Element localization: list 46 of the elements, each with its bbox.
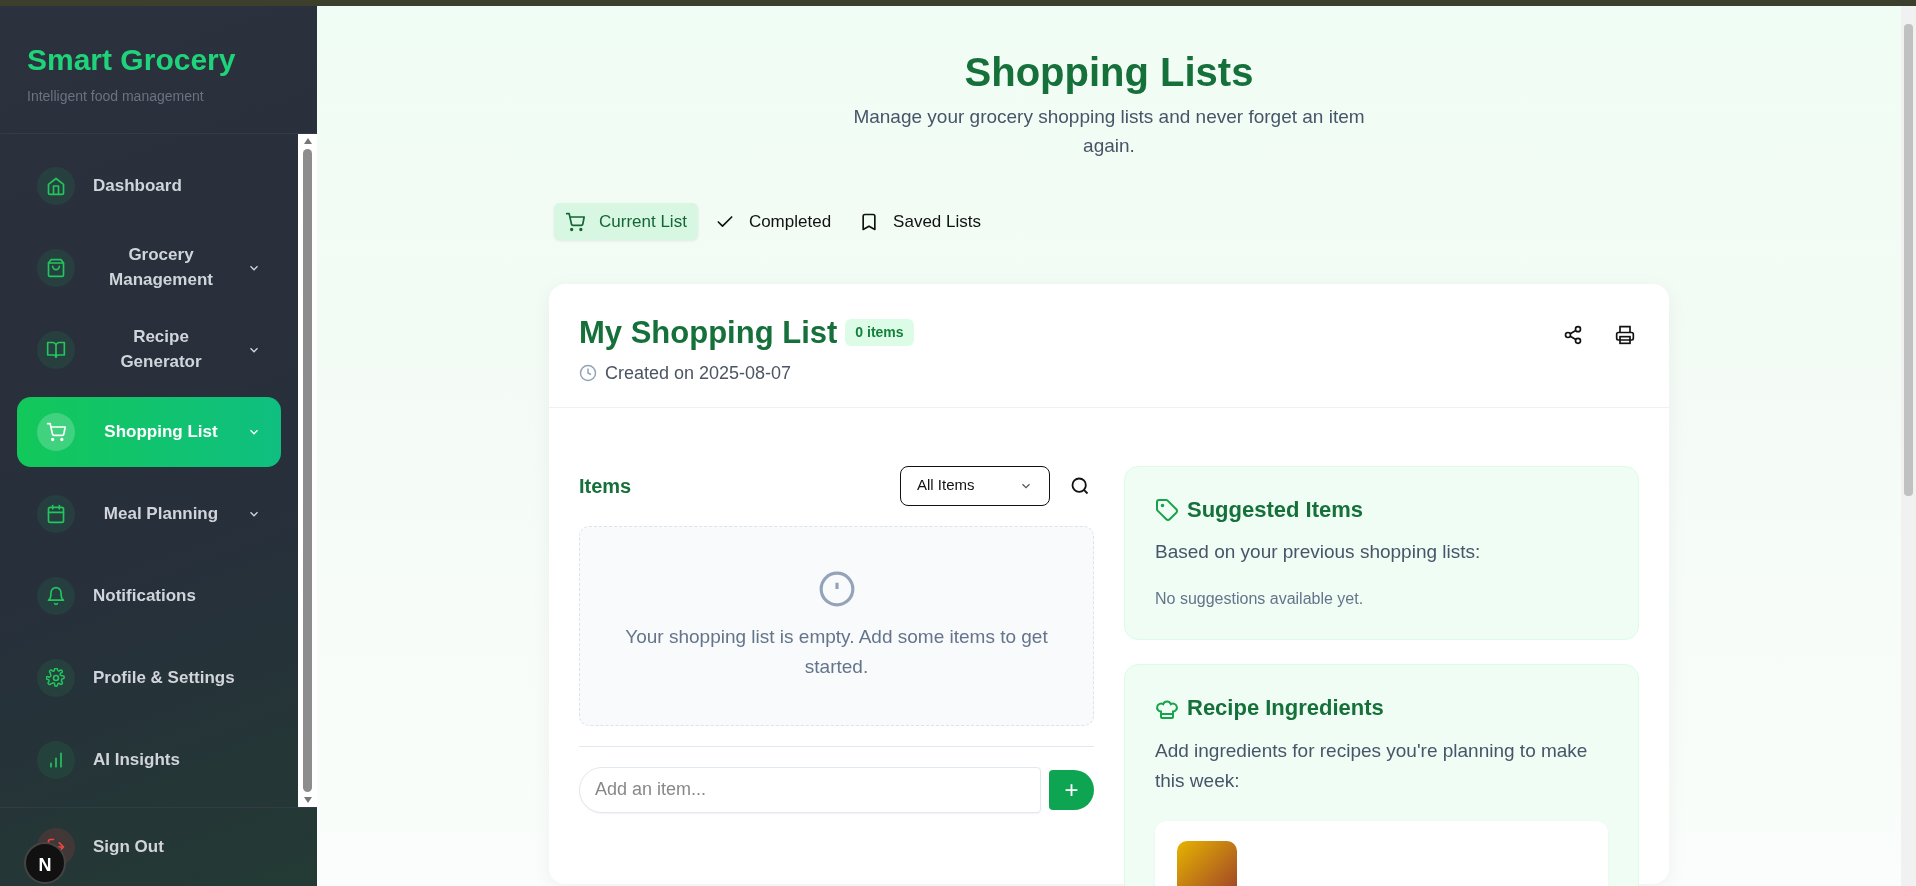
clock-icon	[579, 364, 597, 383]
tab[interactable]: Saved Lists	[848, 202, 992, 241]
cart-icon	[565, 211, 585, 232]
no-suggestions-text: No suggestions available yet.	[1155, 589, 1365, 610]
shopping-bag-icon	[46, 257, 66, 278]
empty-message: Your shopping list is empty. Add some items to get started.	[624, 625, 1049, 679]
sidebar-item[interactable]: Meal Planning	[17, 478, 281, 549]
sidebar-item[interactable]: Profile & Settings	[17, 642, 281, 713]
filter-dropdown[interactable]: All Items	[900, 465, 1050, 506]
home-icon	[46, 175, 66, 196]
sidebar-item[interactable]: AI Insights	[17, 724, 281, 795]
calendar-icon	[46, 503, 66, 524]
panel-title: Suggested Items	[1187, 496, 1364, 523]
bell-icon	[46, 585, 66, 606]
list-title: My Shopping List	[579, 314, 838, 352]
page-subtitle: Manage your grocery shopping lists and never forget an item again.	[852, 105, 1366, 159]
page-title: Shopping Lists	[963, 49, 1255, 96]
scroll-down-arrow-icon[interactable]	[302, 796, 313, 804]
share-icon	[1563, 325, 1583, 346]
printer-icon	[1615, 325, 1635, 346]
dev-badge[interactable]: N	[24, 842, 66, 884]
brand-tagline: Intelligent food management	[27, 87, 205, 106]
gear-icon	[46, 667, 66, 688]
panel-text: Add ingredients for recipes you're planning to make this week:	[1155, 738, 1589, 794]
search-icon	[1070, 476, 1090, 497]
scroll-up-arrow-icon[interactable]	[302, 136, 313, 145]
photo-placeholder	[1177, 840, 1237, 886]
cart-icon	[46, 421, 66, 442]
scrollbar[interactable]	[298, 133, 317, 807]
tab[interactable]: Current List	[554, 202, 698, 241]
item-count-badge: 0 items	[845, 319, 914, 347]
items-heading: Items	[579, 473, 632, 499]
panel-title: Recipe Ingredients	[1187, 695, 1384, 722]
panel-text: Based on your previous shopping lists:	[1155, 539, 1482, 564]
brand-title: Smart Grocery	[27, 42, 237, 78]
add-item-field[interactable]: Add an item...	[579, 766, 1041, 813]
created-date: Created on 2025-08-07	[605, 361, 792, 385]
sidebar-item[interactable]: Grocery Management	[17, 232, 281, 303]
alert-icon	[817, 570, 856, 609]
book-icon	[46, 339, 66, 360]
sidebar-item[interactable]: Dashboard	[17, 150, 281, 221]
tag-icon	[1155, 497, 1179, 522]
scrollbar[interactable]	[1901, 6, 1916, 886]
tab[interactable]: Completed	[703, 202, 843, 241]
sidebar-item[interactable]: Recipe Generator	[17, 314, 281, 385]
sidebar-item[interactable]: Notifications	[17, 560, 281, 631]
